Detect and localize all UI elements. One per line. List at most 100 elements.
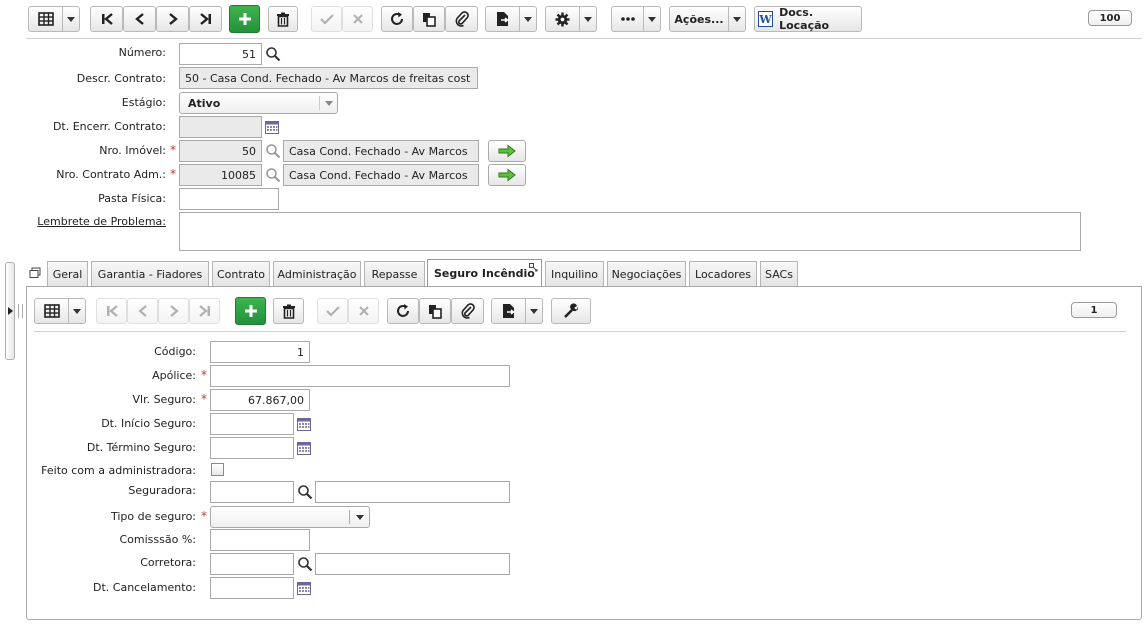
sub-next-record-button[interactable] [158,298,189,324]
nro-contrato-adm-field[interactable]: 10085 [179,164,262,186]
search-icon[interactable] [296,555,314,573]
attach-button[interactable] [445,6,478,32]
sub-add-record-button[interactable] [235,297,266,325]
sub-refresh-button[interactable] [387,298,419,324]
sub-export-menu[interactable] [491,298,543,324]
sub-grid-view-menu[interactable] [34,298,86,324]
actions-menu[interactable]: Ações... [669,6,746,32]
open-contrato-adm-button[interactable] [488,164,526,186]
expand-icon[interactable] [529,263,538,272]
sub-tools-button[interactable] [551,298,591,324]
numero-field[interactable]: 51 [179,43,262,65]
paperclip-icon [455,11,469,27]
dt-cancelamento-label: Dt. Cancelamento: [93,581,196,594]
sub-delete-record-button[interactable] [273,298,304,324]
tab-inquilino[interactable]: Inquilino [545,261,604,287]
chevron-down-icon [729,7,745,31]
delete-record-button[interactable] [268,6,298,32]
previous-record-button[interactable] [123,6,156,32]
estagio-select[interactable]: Ativo [179,92,338,114]
calendar-icon[interactable] [296,417,311,431]
more-menu[interactable] [611,6,661,32]
arrow-right-icon [498,168,516,182]
tab-seguro-incendio[interactable]: Seguro Incêndio [427,259,542,287]
side-panel-toggle[interactable] [5,262,15,360]
search-icon[interactable] [264,45,282,63]
tab-administracao[interactable]: Administração [273,261,361,287]
window-icon[interactable] [29,267,41,279]
calendar-icon[interactable] [296,441,311,455]
sub-confirm-button[interactable] [317,298,348,324]
sub-last-record-button[interactable] [189,298,220,324]
confirm-button[interactable] [311,6,342,32]
tab-garantia-fiadores[interactable]: Garantia - Fiadores [91,261,209,287]
copy-button[interactable] [413,6,445,32]
chevron-right-icon [169,305,179,317]
tab-contrato[interactable]: Contrato [212,261,270,287]
corretora-field[interactable] [210,553,294,575]
grid-view-menu[interactable] [28,6,80,32]
tab-locadores[interactable]: Locadores [689,261,757,287]
sub-copy-button[interactable] [419,298,451,324]
last-icon [198,305,210,317]
tab-repasse[interactable]: Repasse [364,261,425,287]
required-marker: * [201,509,207,523]
nro-imovel-field[interactable]: 50 [179,140,262,162]
calendar-icon[interactable] [296,581,311,595]
sub-previous-record-button[interactable] [127,298,158,324]
open-imovel-button[interactable] [488,140,526,162]
apolice-field[interactable] [210,365,510,387]
search-icon[interactable] [264,142,282,160]
vlr-seguro-field[interactable]: 67.867,00 [210,389,310,411]
chevron-down-icon [644,7,660,31]
dt-termino-field[interactable] [210,437,294,459]
required-marker: * [170,167,176,181]
refresh-button[interactable] [381,6,413,32]
plus-icon [238,13,251,25]
search-icon[interactable] [296,483,314,501]
export-menu[interactable] [485,6,537,32]
comissao-field[interactable] [210,529,310,551]
add-record-button[interactable] [229,5,260,33]
last-icon [199,13,211,25]
first-record-button[interactable] [90,6,123,32]
codigo-field[interactable]: 1 [210,341,310,363]
seguradora-description[interactable] [315,481,510,503]
calendar-icon[interactable] [264,120,279,134]
toolbar-divider [26,38,1142,39]
pasta-fisica-field[interactable] [179,188,279,210]
seguradora-field[interactable] [210,481,294,503]
codigo-label: Código: [154,345,196,358]
sub-attach-button[interactable] [451,298,484,324]
close-icon [352,14,363,24]
lembrete-textarea[interactable] [179,212,1081,251]
dt-cancelamento-field[interactable] [210,577,294,599]
sub-cancel-button[interactable] [348,298,379,324]
feito-administradora-checkbox[interactable] [211,463,224,476]
lembrete-label[interactable]: Lembrete de Problema: [30,215,166,228]
dt-encerr-field [179,116,262,138]
corretora-description[interactable] [315,553,510,575]
tab-negociacoes[interactable]: Negociações [607,261,686,287]
actions-label: Ações... [670,7,729,31]
search-icon[interactable] [264,166,282,184]
apolice-label: Apólice: [152,369,196,382]
feito-administradora-label: Feito com a administradora: [41,464,196,477]
splitter-grip[interactable] [18,304,23,318]
tipo-seguro-select[interactable] [210,506,370,528]
descr-contrato-label: Descr. Contrato: [76,72,166,85]
seguradora-label: Seguradora: [128,484,196,497]
next-record-button[interactable] [156,6,189,32]
last-record-button[interactable] [189,6,222,32]
first-icon [106,305,118,317]
estagio-value: Ativo [188,96,221,110]
tab-geral[interactable]: Geral [47,261,88,287]
settings-menu[interactable] [545,6,597,32]
nro-contrato-adm-description: Casa Cond. Fechado - Av Marcos [283,164,479,186]
docs-locacao-button[interactable]: W Docs. Locação [754,6,862,32]
sub-first-record-button[interactable] [96,298,127,324]
plus-icon [244,305,257,317]
dt-inicio-field[interactable] [210,413,294,435]
tab-sacs[interactable]: SACs [760,261,798,287]
cancel-button[interactable] [342,6,373,32]
